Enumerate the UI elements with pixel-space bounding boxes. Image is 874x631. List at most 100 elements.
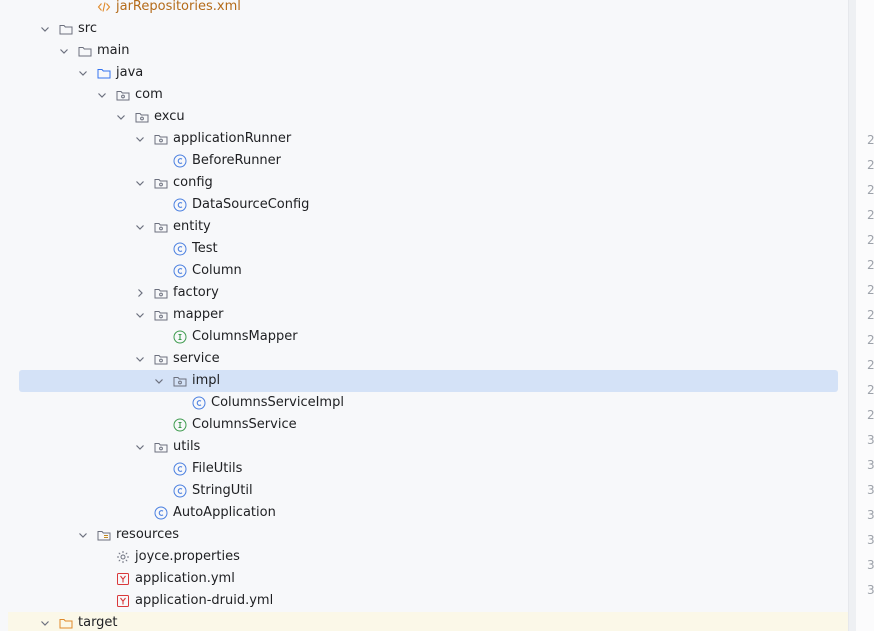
excluded-folder-icon [59, 616, 73, 630]
line-number: 2 [867, 308, 874, 322]
tree-node[interactable]: DataSourceConfig [0, 194, 848, 216]
tree-node-label: DataSourceConfig [192, 197, 310, 212]
tree-node[interactable]: main [0, 40, 848, 62]
gutter-strip [848, 0, 856, 631]
line-number: 2 [867, 283, 874, 297]
package-icon [173, 374, 187, 388]
tree-node-label: application-druid.yml [135, 593, 274, 608]
chevron-down-icon[interactable] [134, 353, 146, 365]
tree-node-label: ColumnsServiceImpl [211, 395, 344, 410]
yaml-file-icon [116, 594, 130, 608]
class-icon [173, 264, 187, 278]
tree-node[interactable]: java [0, 62, 848, 84]
tree-node-label: factory [173, 285, 219, 300]
tree-node-label: impl [192, 373, 221, 388]
tree-node-label: excu [154, 109, 185, 124]
line-number: 3 [867, 583, 874, 597]
class-icon [192, 396, 206, 410]
chevron-down-icon[interactable] [134, 177, 146, 189]
tree-node[interactable]: Column [0, 260, 848, 282]
package-icon [135, 110, 149, 124]
class-icon [173, 462, 187, 476]
tree-node[interactable]: src [0, 18, 848, 40]
tree-node[interactable]: entity [0, 216, 848, 238]
tree-node[interactable]: service [0, 348, 848, 370]
class-icon [173, 242, 187, 256]
tree-node[interactable]: com [0, 84, 848, 106]
chevron-down-icon[interactable] [96, 89, 108, 101]
tree-node-label: com [135, 87, 163, 102]
line-number: 2 [867, 133, 874, 147]
tree-node[interactable]: Test [0, 238, 848, 260]
tree-node[interactable]: ColumnsService [0, 414, 848, 436]
line-number: 3 [867, 483, 874, 497]
chevron-down-icon[interactable] [39, 617, 51, 629]
chevron-down-icon[interactable] [77, 529, 89, 541]
tree-node[interactable]: StringUtil [0, 480, 848, 502]
tree-node-label: main [97, 43, 130, 58]
editor-gutter: 2 2 2 2 2 2 2 2 2 2 2 2 3 3 3 3 3 3 3 [848, 0, 874, 631]
tree-node-label: StringUtil [192, 483, 253, 498]
line-number: 2 [867, 158, 874, 172]
tree-node[interactable]: ColumnsMapper [0, 326, 848, 348]
project-tree[interactable]: jarRepositories.xml src main java com excu app… [0, 0, 848, 631]
tree-node[interactable]: application.yml [0, 568, 848, 590]
chevron-right-icon[interactable] [134, 287, 146, 299]
package-icon [154, 132, 168, 146]
package-icon [116, 88, 130, 102]
line-number: 2 [867, 233, 874, 247]
tree-node-label: ColumnsService [192, 417, 297, 432]
tree-node[interactable]: factory [0, 282, 848, 304]
folder-icon [78, 44, 92, 58]
tree-node[interactable]: FileUtils [0, 458, 848, 480]
tree-node-label: application.yml [135, 571, 235, 586]
package-icon [154, 352, 168, 366]
tree-node[interactable]: jarRepositories.xml [0, 0, 848, 18]
tree-node[interactable]: resources [0, 524, 848, 546]
tree-node-label: ColumnsMapper [192, 329, 298, 344]
tree-node-label: config [173, 175, 213, 190]
folder-icon [59, 22, 73, 36]
tree-node-label: entity [173, 219, 211, 234]
chevron-down-icon[interactable] [134, 309, 146, 321]
line-number: 2 [867, 258, 874, 272]
line-number: 2 [867, 183, 874, 197]
tree-node[interactable]: utils [0, 436, 848, 458]
chevron-down-icon[interactable] [134, 133, 146, 145]
chevron-down-icon[interactable] [39, 23, 51, 35]
tree-node[interactable]: excu [0, 106, 848, 128]
chevron-down-icon[interactable] [134, 221, 146, 233]
excluded-row-highlight [8, 612, 848, 631]
line-number: 3 [867, 433, 874, 447]
resources-folder-icon [97, 528, 111, 542]
tree-node-label: AutoApplication [173, 505, 276, 520]
package-icon [154, 176, 168, 190]
tree-node-label: src [78, 21, 97, 36]
tree-node[interactable]: mapper [0, 304, 848, 326]
source-root-icon [97, 66, 111, 80]
interface-icon [173, 330, 187, 344]
package-icon [154, 286, 168, 300]
chevron-down-icon[interactable] [134, 441, 146, 453]
tree-node[interactable]: joyce.properties [0, 546, 848, 568]
chevron-down-icon[interactable] [153, 375, 165, 387]
chevron-down-icon[interactable] [77, 67, 89, 79]
tree-node[interactable]: target [0, 612, 848, 631]
package-icon [154, 440, 168, 454]
tree-node-label: Test [192, 241, 218, 256]
tree-node[interactable]: AutoApplication [0, 502, 848, 524]
tree-node[interactable]: BeforeRunner [0, 150, 848, 172]
tree-node[interactable]: ColumnsServiceImpl [0, 392, 848, 414]
package-icon [154, 220, 168, 234]
chevron-down-icon[interactable] [115, 111, 127, 123]
tree-node-label: mapper [173, 307, 224, 322]
tree-node[interactable]: applicationRunner [0, 128, 848, 150]
tree-node[interactable]: application-druid.yml [0, 590, 848, 612]
tree-node-label: target [78, 615, 118, 630]
tree-node[interactable]: config [0, 172, 848, 194]
xml-file-icon [97, 0, 111, 14]
tree-node[interactable]: impl [0, 370, 848, 392]
tree-node-label: utils [173, 439, 201, 454]
chevron-down-icon[interactable] [58, 45, 70, 57]
tree-node-label: jarRepositories.xml [116, 0, 241, 14]
